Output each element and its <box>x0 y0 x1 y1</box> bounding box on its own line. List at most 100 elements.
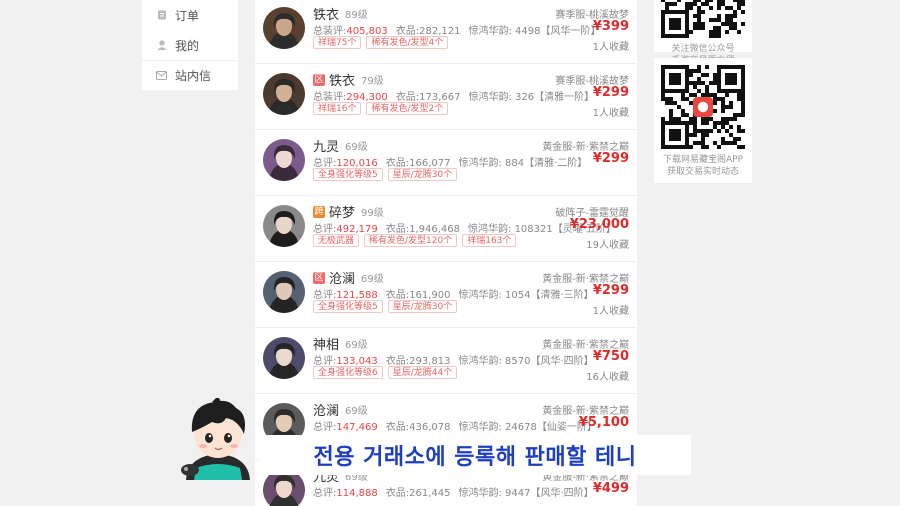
listing-row[interactable]: 九灵 69级 黄金服-新·紫禁之巅 总评:120,016 衣品:166,077 惊鸿华韵:… <box>255 130 637 196</box>
character-level: 69级 <box>361 274 384 285</box>
character-name[interactable]: 沧澜 <box>329 268 355 287</box>
menu-item-label: 订单 <box>175 8 200 23</box>
server-tag-badge: 区 <box>313 271 325 284</box>
favorite-count: 1人收藏 <box>592 306 629 317</box>
wechat-qr-code <box>661 0 745 38</box>
wechat-caption-1: 关注微信公众号 <box>671 44 735 54</box>
app-qr-code <box>661 65 745 149</box>
listing-price[interactable]: ¥499 <box>593 481 629 496</box>
feature-tag: 全身强化等级5 <box>313 168 383 181</box>
listing-row[interactable]: 铁衣 89级 赛季服-桃溪故梦 总装评:405,803 衣品:282,121 惊鸿华韵: … <box>255 0 637 64</box>
listing-price[interactable]: ¥299 <box>593 283 629 298</box>
character-stats: 总装评:405,803 衣品:282,121 惊鸿华韵: 4498【风华一阶】 <box>313 22 600 37</box>
feature-tag: 全身强化等级5 <box>313 300 383 313</box>
listing-price[interactable]: ¥299 <box>593 85 629 100</box>
jinghong-value: 惊鸿华韵: 326【清雅一阶】 <box>468 92 595 103</box>
character-stats: 总评:114,888 衣品:261,445 惊鸿华韵: 9447【风华·四阶】 <box>313 484 594 499</box>
character-name-line: 区沧澜 69级 <box>313 268 384 287</box>
feature-tags: 祥瑞75个 稀有发色/发型4个 <box>313 36 453 49</box>
character-name-line: 铁衣 89级 <box>313 4 368 23</box>
listing-price[interactable]: ¥5,100 <box>579 415 629 430</box>
character-stats: 总评:147,469 衣品:436,078 惊鸿华韵: 24678【仙姿一阶】 <box>313 418 597 433</box>
character-level: 69级 <box>345 340 368 351</box>
character-name-line: 区铁衣 79级 <box>313 70 384 89</box>
listing-list: 铁衣 89级 赛季服-桃溪故梦 总装评:405,803 衣品:282,121 惊鸿华韵: … <box>255 0 637 506</box>
order-icon <box>156 10 167 21</box>
character-level: 89级 <box>345 10 368 21</box>
character-name[interactable]: 铁衣 <box>329 70 355 89</box>
character-name[interactable]: 铁衣 <box>313 4 339 23</box>
app-qr-panel: 下载网易藏宝阁APP 获取交易实时动态 <box>654 58 752 183</box>
video-subtitle-bar: 전용 거래소에 등록해 판매할 테니 <box>259 435 691 475</box>
character-stats: 总评:121,588 衣品:161,900 惊鸿华韵: 1054【清雅·三阶】 <box>313 286 594 301</box>
feature-tag: 稀有发色/发型120个 <box>364 234 458 247</box>
feature-tag: 全身强化等级6 <box>313 366 383 379</box>
app-caption-1: 下载网易藏宝阁APP <box>662 155 743 165</box>
character-name[interactable]: 碎梦 <box>329 202 355 221</box>
character-name[interactable]: 沧澜 <box>313 400 339 419</box>
listing-row[interactable]: 神相 69级 黄金服-新·紫禁之巅 总评:133,043 衣品:293,813 惊鸿华韵:… <box>255 328 637 394</box>
character-name-line: 神相 69级 <box>313 334 368 353</box>
server-tag-badge: 跨 <box>313 205 325 218</box>
character-avatar[interactable] <box>263 73 305 115</box>
menu-item-mine[interactable]: 我的 <box>142 30 238 60</box>
feature-tag: 祥瑞75个 <box>313 36 362 49</box>
feature-tag: 祥瑞163个 <box>462 234 517 247</box>
character-level: 69级 <box>345 406 368 417</box>
feature-tags: 全身强化等级6 星辰/龙腾44个 <box>313 366 462 379</box>
favorite-count: 16人收藏 <box>586 372 629 383</box>
menu-item-label: 站内信 <box>175 69 212 83</box>
character-stats: 总评:120,016 衣品:166,077 惊鸿华韵: 884【清雅·二阶】 <box>313 154 587 169</box>
jinghong-value: 惊鸿华韵: 4498【风华一阶】 <box>468 26 601 37</box>
menu-item-label: 我的 <box>175 38 200 53</box>
character-name-line: 九灵 69级 <box>313 136 368 155</box>
listing-price[interactable]: ¥299 <box>593 151 629 166</box>
listing-row[interactable]: 跨碎梦 99级 破阵子-雷霆觉醒 总评:492,179 衣品:1,946,468 惊鸿华韵… <box>255 196 637 262</box>
character-name[interactable]: 神相 <box>313 334 339 353</box>
listing-row[interactable]: 区沧澜 69级 黄金服-新·紫禁之巅 总评:121,588 衣品:161,900 惊鸿华韵… <box>255 262 637 328</box>
outfit-value: 261,445 <box>409 488 451 499</box>
character-name-line: 沧澜 69级 <box>313 400 368 419</box>
character-name-line: 跨碎梦 99级 <box>313 202 384 221</box>
jinghong-value: 惊鸿华韵: 884【清雅·二阶】 <box>458 158 588 169</box>
jinghong-value: 惊鸿华韵: 1054【清雅·三阶】 <box>458 290 594 301</box>
character-level: 69级 <box>345 142 368 153</box>
score-value: 147,469 <box>336 422 378 433</box>
score-label: 总评: <box>313 422 337 433</box>
wechat-qr-panel: 关注微信公众号 手游交易更方便 <box>654 0 752 66</box>
mascot-character <box>178 396 258 480</box>
feature-tag: 无极武器 <box>313 234 360 247</box>
character-level: 99级 <box>361 208 384 219</box>
listing-price[interactable]: ¥23,000 <box>570 217 629 232</box>
character-stats: 总评:133,043 衣品:293,813 惊鸿华韵: 8570【风华·四阶】 <box>313 352 594 367</box>
feature-tag: 星辰/龙腾44个 <box>387 366 458 379</box>
score-value: 114,888 <box>336 488 378 499</box>
user-menu: 订单 我的 站内信 <box>142 0 238 90</box>
favorite-count: 1人收藏 <box>592 42 629 53</box>
feature-tag: 星辰/龙腾30个 <box>387 300 458 313</box>
user-icon <box>156 40 167 51</box>
character-avatar[interactable] <box>263 337 305 379</box>
outfit-label: 衣品: <box>385 422 410 433</box>
feature-tags: 全身强化等级5 星辰/龙腾30个 <box>313 300 462 313</box>
character-stats: 总装评:294,300 衣品:173,667 惊鸿华韵: 326【清雅一阶】 <box>313 88 594 103</box>
menu-item-messages[interactable]: 站内信 <box>142 60 238 90</box>
character-avatar[interactable] <box>263 205 305 247</box>
server-tag-badge: 区 <box>313 73 325 86</box>
menu-item-orders[interactable]: 订单 <box>142 0 238 30</box>
feature-tag: 祥瑞16个 <box>313 102 362 115</box>
outfit-label: 衣品: <box>385 488 410 499</box>
outfit-value: 436,078 <box>409 422 451 433</box>
feature-tags: 祥瑞16个 稀有发色/发型2个 <box>313 102 453 115</box>
listing-price[interactable]: ¥399 <box>593 19 629 34</box>
character-name[interactable]: 九灵 <box>313 136 339 155</box>
listing-row[interactable]: 区铁衣 79级 赛季服-桃溪故梦 总装评:294,300 衣品:173,667 惊鸿华韵:… <box>255 64 637 130</box>
character-avatar[interactable] <box>263 139 305 181</box>
listing-price[interactable]: ¥750 <box>593 349 629 364</box>
video-subtitle: 전용 거래소에 등록해 판매할 테니 <box>313 445 637 470</box>
character-avatar[interactable] <box>263 7 305 49</box>
jinghong-value: 惊鸿华韵: 24678【仙姿一阶】 <box>458 422 597 433</box>
feature-tag: 稀有发色/发型4个 <box>366 36 449 49</box>
app-caption-2: 获取交易实时动态 <box>666 167 739 177</box>
character-avatar[interactable] <box>263 271 305 313</box>
